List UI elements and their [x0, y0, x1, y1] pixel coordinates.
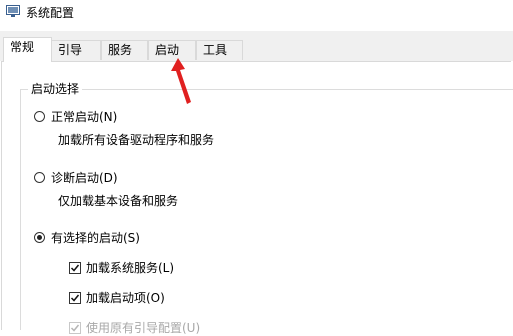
- tab-services-label: 服务: [108, 43, 133, 57]
- tab-startup[interactable]: 启动: [148, 40, 196, 60]
- normal-startup-radio[interactable]: [34, 111, 45, 122]
- checkmark-icon: [70, 324, 80, 332]
- diagnostic-startup-radio[interactable]: [34, 172, 45, 183]
- load-startup-items-checkbox[interactable]: [69, 292, 81, 304]
- use-original-boot-config-label: 使用原有引导配置(U): [86, 321, 201, 335]
- checkmark-icon: [70, 294, 80, 302]
- tab-general[interactable]: 常规: [3, 37, 52, 62]
- tab-startup-label: 启动: [155, 43, 180, 57]
- load-startup-items-label[interactable]: 加载启动项(O): [86, 289, 165, 306]
- load-system-services-checkbox[interactable]: [69, 262, 81, 274]
- diagnostic-startup-description: 仅加载基本设备和服务: [58, 194, 179, 208]
- tab-tools-label: 工具: [203, 43, 228, 57]
- use-original-boot-config-checkbox: [69, 322, 81, 334]
- startup-selection-title: 启动选择: [28, 80, 83, 97]
- tab-services[interactable]: 服务: [101, 40, 148, 60]
- system-config-icon: [6, 5, 20, 18]
- tab-general-label: 常规: [10, 40, 35, 54]
- window-title: 系统配置: [26, 6, 75, 20]
- radio-selected-dot: [37, 235, 42, 240]
- title-bar: 系统配置: [0, 0, 513, 30]
- checkmark-icon: [70, 264, 80, 272]
- selective-startup-label[interactable]: 有选择的启动(S): [51, 229, 140, 246]
- tab-boot-label: 引导: [58, 43, 83, 57]
- load-system-services-label[interactable]: 加载系统服务(L): [86, 259, 174, 276]
- tab-tools[interactable]: 工具: [196, 40, 243, 60]
- tab-boot[interactable]: 引导: [51, 40, 101, 60]
- normal-startup-description: 加载所有设备驱动程序和服务: [58, 133, 215, 147]
- diagnostic-startup-label[interactable]: 诊断启动(D): [51, 169, 118, 186]
- normal-startup-label[interactable]: 正常启动(N): [51, 108, 117, 125]
- selective-startup-radio[interactable]: [34, 232, 45, 243]
- annotation-arrow-icon: [171, 58, 191, 104]
